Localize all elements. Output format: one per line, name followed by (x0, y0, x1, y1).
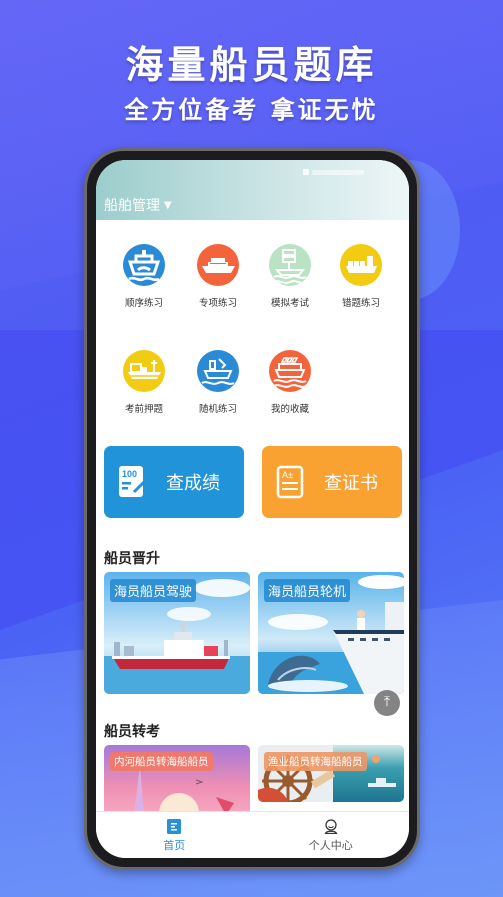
check-scores-label: 查成绩 (166, 473, 220, 494)
grid-item-random[interactable]: 随机练习 (183, 350, 253, 415)
tab-home[interactable]: 首页 (96, 812, 253, 858)
svg-text:A±: A± (282, 470, 293, 480)
svg-text:100: 100 (122, 469, 137, 479)
promo-title: 海量船员题库 (125, 42, 378, 87)
container-ship-icon (123, 350, 165, 392)
card-label: 渔业船员转海船船员 (264, 752, 367, 771)
tab-label: 个人中心 (308, 839, 353, 852)
course-card-engine[interactable]: 海员船员轮机 (258, 572, 404, 694)
check-certificate-button[interactable]: A± 查证书 (262, 446, 402, 518)
tab-profile[interactable]: 个人中心 (253, 812, 410, 858)
tugboat-icon (197, 350, 239, 392)
promo-subtitle: 全方位备考 拿证无忧 (124, 96, 379, 124)
check-certificate-label: 查证书 (324, 473, 378, 494)
check-scores-button[interactable]: 100 查成绩 (104, 446, 244, 518)
sailboat-icon (269, 244, 311, 286)
cargo-ship-icon (340, 244, 382, 286)
course-card-inland[interactable]: 内河船员转海船船员 (104, 745, 250, 815)
certificate-icon: A± (276, 465, 304, 499)
grid-label: 错题练习 (341, 298, 380, 309)
course-card-deck[interactable]: 海员船员驾驶 (104, 572, 250, 694)
category-selector[interactable]: 船舶管理 ▼ (104, 195, 172, 215)
card-label: 海员船员驾驶 (110, 579, 197, 602)
grid-item-topic[interactable]: 专项练习 (183, 244, 253, 309)
card-label: 内河船员转海船船员 (110, 752, 213, 771)
category-title: 船舶管理 (104, 198, 160, 214)
status-bar (303, 168, 373, 178)
grid-label: 模拟考试 (270, 298, 309, 309)
grid-label: 顺序练习 (124, 298, 163, 309)
grid-item-mock-exam[interactable]: 模拟考试 (255, 244, 325, 309)
grid-label: 我的收藏 (270, 404, 309, 415)
grid-item-predicted[interactable]: 考前押题 (109, 350, 179, 415)
caret-down-icon: ▼ (164, 199, 172, 211)
ferry-icon (123, 244, 165, 286)
grid-item-mistakes[interactable]: 错题练习 (326, 244, 396, 309)
app-screen: 船舶管理 ▼ 顺序练习 专项练习 模拟考试 错题练习 考前押题 随机练习 我的收… (96, 160, 409, 858)
back-to-top-button[interactable]: ⤒ (374, 690, 400, 716)
cruise-ship-icon (197, 244, 239, 286)
bottom-tab-bar: 首页 个人中心 (96, 811, 409, 858)
top-bar: 船舶管理 ▼ (96, 160, 409, 220)
home-icon (167, 819, 182, 834)
card-label: 海员船员轮机 (264, 579, 351, 602)
status-icon (303, 169, 309, 175)
grid-item-favorites[interactable]: 我的收藏 (255, 350, 325, 415)
course-card-fishery[interactable]: 渔业船员转海船船员 (258, 745, 404, 802)
user-icon (324, 819, 338, 834)
section-title: 船员转考 (104, 724, 160, 740)
grid-label: 随机练习 (198, 404, 237, 415)
grid-item-sequential[interactable]: 顺序练习 (109, 244, 179, 309)
status-indicators (312, 169, 364, 175)
score-sheet-icon: 100 (119, 466, 146, 497)
section-title: 船员晋升 (104, 551, 160, 567)
grid-label: 考前押题 (124, 404, 163, 415)
grid-label: 专项练习 (198, 298, 237, 309)
passenger-ship-icon (269, 350, 311, 392)
tab-label: 首页 (163, 839, 186, 852)
back-to-top-icon: ⤒ (383, 694, 391, 710)
